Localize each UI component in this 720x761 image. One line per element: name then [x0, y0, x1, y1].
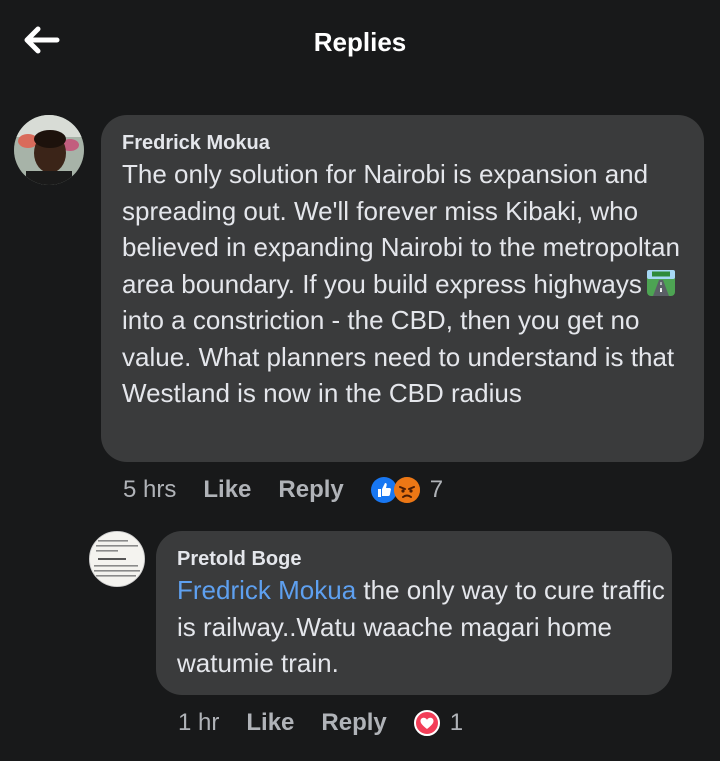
mention-link[interactable]: Fredrick Mokua — [177, 575, 356, 605]
comment-bubble: Fredrick Mokua The only solution for Nai… — [101, 115, 704, 462]
comment-author[interactable]: Fredrick Mokua — [122, 132, 270, 155]
page-title: Replies — [313, 27, 407, 57]
comment-text: Fredrick Mokua the only way to cure traf… — [177, 572, 667, 682]
profile-photo — [14, 115, 84, 185]
reaction-summary[interactable] — [413, 710, 440, 736]
comment-timestamp: 1 hr — [178, 709, 220, 736]
reaction-count[interactable]: 1 — [450, 709, 463, 737]
reaction-count[interactable]: 7 — [430, 476, 443, 504]
comment-text-part: into a constriction - the CBD, then you … — [122, 305, 675, 408]
comment-text-part: The only solution for Nairobi is expansi… — [122, 159, 680, 299]
top-bar: Replies — [0, 0, 720, 84]
comment-actions: 5 hrs Like Reply 7 — [123, 476, 443, 504]
like-button[interactable]: Like — [203, 476, 251, 504]
profile-photo — [90, 532, 144, 586]
motorway-emoji — [646, 269, 675, 296]
reaction-summary[interactable] — [370, 477, 420, 503]
angry-reaction-icon — [393, 477, 420, 503]
love-reaction-icon — [413, 710, 440, 736]
like-button[interactable]: Like — [246, 709, 294, 737]
reply-button[interactable]: Reply — [321, 709, 386, 737]
comment-text: The only solution for Nairobi is expansi… — [122, 156, 697, 412]
reply-bubble: Pretold Boge Fredrick Mokua the only way… — [156, 531, 672, 695]
comment-actions: 1 hr Like Reply 1 — [178, 709, 463, 737]
comment-timestamp: 5 hrs — [123, 476, 177, 503]
comment-author[interactable]: Pretold Boge — [177, 548, 301, 571]
avatar[interactable] — [89, 531, 145, 587]
reply-button[interactable]: Reply — [278, 476, 343, 504]
avatar[interactable] — [14, 115, 84, 185]
